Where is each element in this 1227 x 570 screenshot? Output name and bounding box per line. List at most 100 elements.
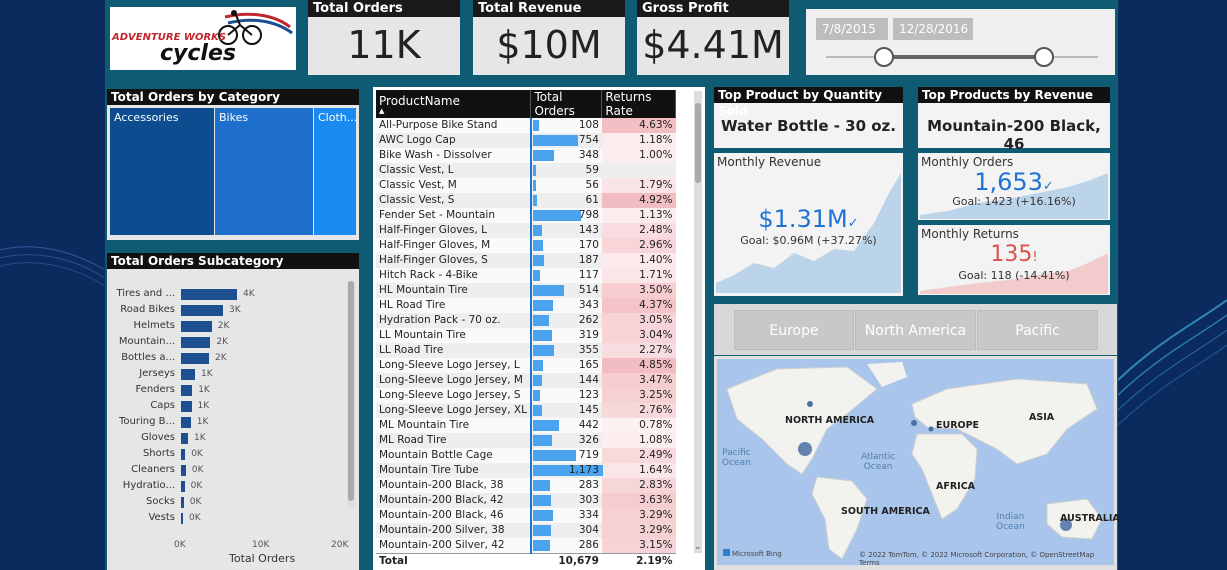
trend-up-icon: ✓	[1042, 179, 1054, 194]
orders-databar	[532, 195, 537, 206]
subcategory-bar-row[interactable]: Jerseys 1K	[107, 367, 357, 383]
subcategory-bar[interactable]	[181, 305, 223, 316]
table-row[interactable]: Mountain-200 Silver, 42 286 3.15%	[376, 538, 676, 554]
category-cell-bikes[interactable]: Bikes	[215, 108, 313, 235]
subcategory-scrollbar[interactable]	[347, 281, 355, 507]
subcategory-bar[interactable]	[181, 497, 184, 508]
world-map[interactable]: NORTH AMERICA EUROPE ASIA AFRICA SOUTH A…	[714, 356, 1120, 570]
col-header-productname[interactable]: ProductName ▲	[376, 90, 532, 118]
table-row[interactable]: Mountain Bottle Cage 719 2.49%	[376, 448, 676, 463]
col-header-total-orders[interactable]: Total Orders	[530, 90, 603, 118]
map-copyright[interactable]: © 2022 TomTom, © 2022 Microsoft Corporat…	[859, 551, 1117, 567]
subcategory-bar[interactable]	[181, 417, 191, 428]
scroll-down-icon[interactable]: ⌄	[694, 542, 702, 552]
date-slider-end-handle[interactable]	[1034, 47, 1054, 67]
orders-value: 326	[578, 434, 599, 446]
subcategory-bar[interactable]	[181, 513, 183, 524]
category-cell-clothing[interactable]: Cloth...	[314, 108, 356, 235]
subcategory-bar[interactable]	[181, 481, 185, 492]
subcategory-bar-row[interactable]: Road Bikes 3K	[107, 303, 357, 319]
region-button-pacific[interactable]: Pacific	[977, 310, 1098, 350]
table-row[interactable]: LL Mountain Tire 319 3.04%	[376, 328, 676, 343]
bing-icon	[723, 549, 730, 556]
table-row[interactable]: Mountain-200 Silver, 38 304 3.29%	[376, 523, 676, 538]
orders-databar	[532, 495, 552, 506]
monthly-returns-value: 135!	[990, 242, 1038, 267]
subcategory-bar[interactable]	[181, 449, 186, 460]
table-row[interactable]: Long-Sleeve Logo Jersey, S 123 3.25%	[376, 388, 676, 403]
date-start-input[interactable]: 7/8/2015	[816, 18, 888, 40]
subcategory-bar-row[interactable]: Helmets 2K	[107, 319, 357, 335]
subcategory-bar-value: 1K	[201, 369, 213, 379]
table-row[interactable]: Mountain-200 Black, 46 334 3.29%	[376, 508, 676, 523]
subcategory-bar-row[interactable]: Fenders 1K	[107, 383, 357, 399]
table-row[interactable]: Bike Wash - Dissolver 348 1.00%	[376, 148, 676, 163]
subcategory-bar-row[interactable]: Caps 1K	[107, 399, 357, 415]
table-row[interactable]: Mountain-200 Black, 38 283 2.83%	[376, 478, 676, 493]
region-button-europe[interactable]: Europe	[734, 310, 854, 350]
orders-databar	[532, 240, 544, 251]
subcategory-bar-row[interactable]: Mountain... 2K	[107, 335, 357, 351]
subcategory-bar-row[interactable]: Socks 0K	[107, 495, 357, 511]
table-row[interactable]: Hitch Rack - 4-Bike 117 1.71%	[376, 268, 676, 283]
table-row[interactable]: Mountain Tire Tube 1,173 1.64%	[376, 463, 676, 478]
orders-databar	[532, 285, 564, 296]
table-row[interactable]: Half-Finger Gloves, S 187 1.40%	[376, 253, 676, 268]
subcategory-bar[interactable]	[181, 465, 186, 476]
subcategory-bar[interactable]	[181, 353, 209, 364]
category-treemap: Total Orders by Category Accessories Bik…	[107, 89, 359, 240]
subcategory-bar[interactable]	[181, 433, 188, 444]
subcategory-bar-row[interactable]: Gloves 1K	[107, 431, 357, 447]
table-row[interactable]: Classic Vest, M 56 1.79%	[376, 178, 676, 193]
table-row[interactable]: Classic Vest, L 59	[376, 163, 676, 178]
subcategory-bar-value: 2K	[216, 337, 229, 347]
orders-value: 442	[578, 419, 599, 431]
table-row[interactable]: LL Road Tire 355 2.27%	[376, 343, 676, 358]
date-slider-start-handle[interactable]	[874, 47, 894, 67]
subcategory-bar-row[interactable]: Cleaners 0K	[107, 463, 357, 479]
region-button-north-america[interactable]: North America	[855, 310, 976, 350]
table-row[interactable]: ML Road Tire 326 1.08%	[376, 433, 676, 448]
cell-total-orders: 355	[529, 343, 602, 358]
subcategory-bar-row[interactable]: Bottles a... 2K	[107, 351, 357, 367]
table-row[interactable]: Mountain-200 Black, 42 303 3.63%	[376, 493, 676, 508]
table-row[interactable]: Long-Sleeve Logo Jersey, M 144 3.47%	[376, 373, 676, 388]
product-table-scrollbar[interactable]	[694, 91, 702, 553]
orders-databar	[532, 120, 540, 131]
category-cell-accessories[interactable]: Accessories	[110, 108, 214, 235]
subcategory-bar-row[interactable]: Tires and ... 4K	[107, 287, 357, 303]
cell-total-orders: 56	[529, 178, 602, 193]
subcategory-bar-row[interactable]: Hydratio... 0K	[107, 479, 357, 495]
table-row[interactable]: HL Road Tire 343 4.37%	[376, 298, 676, 313]
subcategory-bar[interactable]	[181, 337, 211, 348]
subcategory-bar-row[interactable]: Shorts 0K	[107, 447, 357, 463]
table-row[interactable]: Half-Finger Gloves, M 170 2.96%	[376, 238, 676, 253]
table-row[interactable]: HL Mountain Tire 514 3.50%	[376, 283, 676, 298]
table-row[interactable]: AWC Logo Cap 754 1.18%	[376, 133, 676, 148]
subcategory-bar[interactable]	[181, 385, 193, 396]
table-row[interactable]: Long-Sleeve Logo Jersey, L 165 4.85%	[376, 358, 676, 373]
map-label-africa: AFRICA	[936, 481, 976, 492]
top-rev-title: Top Products by Revenue	[918, 87, 1110, 103]
date-end-input[interactable]: 12/28/2016	[893, 18, 973, 40]
table-row[interactable]: Long-Sleeve Logo Jersey, XL 145 2.76%	[376, 403, 676, 418]
subcategory-bar[interactable]	[181, 289, 237, 300]
subcategory-bar[interactable]	[181, 401, 192, 412]
logo-card: ADVENTURE WORKS cycles	[110, 7, 296, 70]
table-row[interactable]: Fender Set - Mountain 798 1.13%	[376, 208, 676, 223]
cell-returns-rate: 4.92%	[601, 193, 676, 208]
table-row[interactable]: ML Mountain Tire 442 0.78%	[376, 418, 676, 433]
subcategory-bar-row[interactable]: Touring B... 1K	[107, 415, 357, 431]
cell-product-name: Half-Finger Gloves, S	[376, 253, 531, 268]
subcategory-bar-value: 1K	[197, 401, 210, 411]
subcategory-bar-row[interactable]: Vests 0K	[107, 511, 357, 527]
kpi-value: $10M	[496, 23, 602, 67]
subcategory-bar[interactable]	[181, 321, 212, 332]
orders-value: 165	[578, 359, 599, 371]
table-row[interactable]: Hydration Pack - 70 oz. 262 3.05%	[376, 313, 676, 328]
table-row[interactable]: Half-Finger Gloves, L 143 2.48%	[376, 223, 676, 238]
col-header-returns-rate[interactable]: Returns Rate	[601, 90, 676, 118]
subcategory-bar[interactable]	[181, 369, 195, 380]
table-row[interactable]: All-Purpose Bike Stand 108 4.63%	[376, 118, 676, 133]
table-row[interactable]: Classic Vest, S 61 4.92%	[376, 193, 676, 208]
